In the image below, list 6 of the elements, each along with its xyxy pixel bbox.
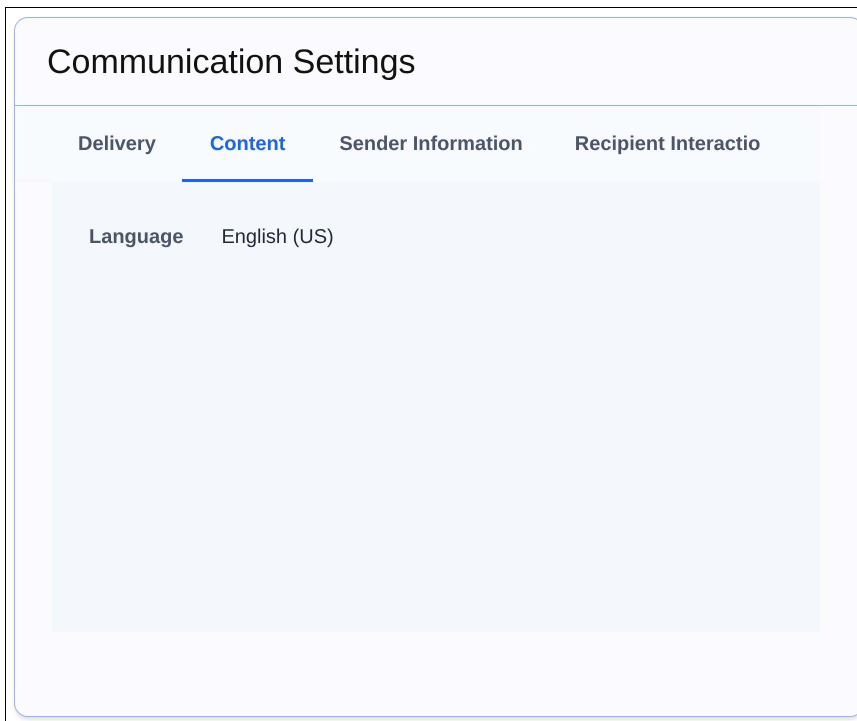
window-title: Communication Settings: [47, 44, 416, 78]
tab[interactable]: Delivery: [52, 106, 182, 182]
field-value: English (US): [221, 225, 334, 250]
field-label: Language: [89, 225, 184, 250]
tab[interactable]: Sender Information: [313, 106, 549, 182]
tab[interactable]: Recipient Interactio: [548, 106, 786, 182]
